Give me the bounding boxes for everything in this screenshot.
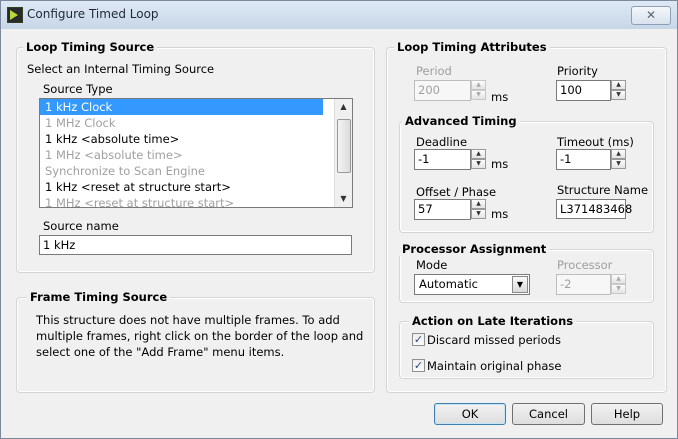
frame-timing-source-title: Frame Timing Source (27, 291, 171, 304)
processor-decrement-icon: ▼ (611, 284, 626, 294)
loop-timing-attributes-title: Loop Timing Attributes (394, 41, 550, 54)
mode-label: Mode (416, 258, 448, 272)
source-type-items: 1 kHz Clock 1 MHz Clock 1 kHz <absolute ti… (40, 99, 352, 208)
processor-assignment-title: Processor Assignment (399, 243, 550, 256)
processor-input: -2 (556, 274, 611, 295)
source-type-label: Source Type (43, 82, 113, 96)
scroll-up-arrow-icon[interactable]: ▲ (335, 99, 352, 115)
dropdown-arrow-icon[interactable]: ▼ (512, 276, 528, 293)
discard-missed-periods-label[interactable]: Discard missed periods (427, 333, 561, 347)
late-iterations-title: Action on Late Iterations (409, 315, 577, 328)
discard-missed-periods-checkbox[interactable]: ✓ (412, 333, 425, 346)
scroll-down-arrow-icon[interactable]: ▼ (335, 191, 352, 207)
source-name-input[interactable]: 1 kHz (39, 235, 352, 255)
decrement-arrow-icon: ▼ (471, 90, 486, 100)
offset-phase-label: Offset / Phase (416, 185, 497, 199)
structure-name-input[interactable]: L371483468 (556, 199, 632, 219)
frame-info-line-2: multiple frames, right click on the bord… (36, 329, 364, 343)
source-type-item: 1 MHz <reset at structure start> (45, 196, 235, 208)
period-input: 200 (414, 80, 471, 101)
maintain-original-phase-checkbox[interactable]: ✓ (412, 359, 425, 372)
timing-source-instruction: Select an Internal Timing Source (27, 62, 215, 76)
source-type-item: Synchronize to Scan Engine (45, 164, 205, 178)
priority-spinner: ▲ ▼ (611, 80, 626, 101)
priority-increment-icon[interactable]: ▲ (611, 80, 626, 90)
source-type-item[interactable]: 1 kHz <absolute time> (40, 131, 323, 147)
listbox-scrollbar[interactable]: ▲ ▼ (334, 99, 352, 207)
timeout-label: Timeout (ms) (557, 135, 634, 149)
structure-name-label: Structure Name (557, 183, 649, 197)
timeout-increment-icon[interactable]: ▲ (611, 149, 626, 159)
offset-decrement-icon[interactable]: ▼ (471, 209, 486, 219)
cancel-button[interactable]: Cancel (512, 403, 585, 425)
scroll-thumb[interactable] (337, 119, 351, 173)
processor-label: Processor (557, 258, 613, 272)
source-name-label: Source name (43, 219, 119, 233)
frame-info-line-3: select one of the "Add Frame" menu items… (36, 345, 285, 359)
priority-decrement-icon[interactable]: ▼ (611, 90, 626, 100)
ok-button[interactable]: OK (434, 403, 506, 425)
deadline-spinner: ▲ ▼ (471, 149, 486, 170)
maintain-original-phase-label[interactable]: Maintain original phase (427, 359, 562, 373)
increment-arrow-icon: ▲ (471, 80, 486, 90)
offset-phase-unit: ms (491, 207, 509, 221)
priority-label: Priority (557, 64, 598, 78)
title-bar[interactable]: Configure Timed Loop ✕ (1, 1, 677, 29)
source-type-item[interactable]: 1 kHz <reset at structure start> (40, 179, 323, 195)
period-unit: ms (491, 90, 509, 104)
loop-timing-source-title: Loop Timing Source (23, 41, 158, 54)
labview-app-icon (7, 7, 23, 23)
deadline-decrement-icon[interactable]: ▼ (471, 159, 486, 169)
mode-select-value: Automatic (419, 277, 478, 291)
timeout-spinner: ▲ ▼ (611, 149, 626, 170)
offset-phase-spinner: ▲ ▼ (471, 199, 486, 220)
source-type-item: 1 MHz Clock (45, 116, 116, 130)
configure-timed-loop-dialog: Configure Timed Loop ✕ Loop Timing Sourc… (0, 0, 678, 439)
period-label: Period (416, 64, 452, 78)
priority-input[interactable]: 100 (556, 80, 611, 101)
offset-phase-input[interactable]: 57 (414, 199, 471, 220)
close-button[interactable]: ✕ (631, 6, 671, 25)
mode-select[interactable]: Automatic ▼ (414, 274, 530, 295)
offset-increment-icon[interactable]: ▲ (471, 199, 486, 209)
deadline-increment-icon[interactable]: ▲ (471, 149, 486, 159)
timeout-input[interactable]: -1 (556, 149, 611, 170)
source-type-item[interactable]: 1 kHz Clock (40, 99, 323, 115)
timeout-decrement-icon[interactable]: ▼ (611, 159, 626, 169)
deadline-label: Deadline (416, 135, 468, 149)
advanced-timing-title: Advanced Timing (402, 115, 520, 128)
window-title: Configure Timed Loop (27, 7, 159, 21)
deadline-unit: ms (491, 157, 509, 171)
frame-info-line-1: This structure does not have multiple fr… (36, 313, 340, 327)
period-spinner: ▲ ▼ (471, 80, 486, 101)
source-type-listbox[interactable]: 1 kHz Clock 1 MHz Clock 1 kHz <absolute ti… (39, 98, 353, 208)
deadline-input[interactable]: -1 (414, 149, 471, 170)
help-button[interactable]: Help (591, 403, 663, 425)
processor-increment-icon: ▲ (611, 274, 626, 284)
source-type-item: 1 MHz <absolute time> (45, 148, 183, 162)
processor-spinner: ▲ ▼ (611, 274, 626, 295)
